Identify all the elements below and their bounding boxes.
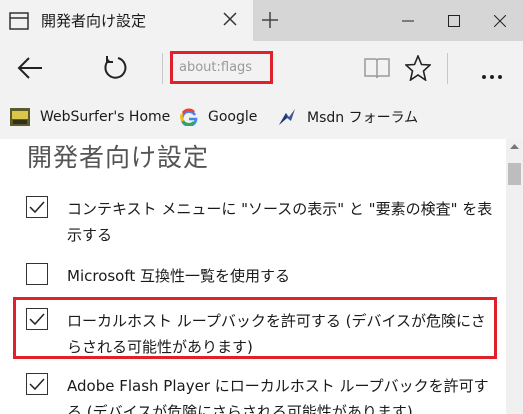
tab-page-icon [9,12,29,34]
title-bar: 開発者向け設定 [0,0,523,41]
favorite-item-msdn[interactable]: Msdn フォーラム [277,106,418,128]
scroll-thumb[interactable] [508,163,521,185]
option-label: Microsoft 互換性一覧を使用する [67,267,291,285]
favorite-item-google[interactable]: Google [180,106,257,128]
browser-tab[interactable]: 開発者向け設定 [0,0,253,41]
favorite-label: Msdn フォーラム [307,110,419,126]
nav-separator [447,53,448,84]
page-content: 開発者向け設定 コンテキスト メニューに "ソースの表示" と "要素の検査" … [0,139,523,414]
address-bar[interactable]: about:flags [170,51,273,84]
maximize-button[interactable] [431,0,477,41]
option-label: コンテキスト メニューに "ソースの表示" と "要素の検査" を表示する [67,200,493,244]
favorite-label: WebSurfer's Home [40,109,171,125]
scroll-up-icon[interactable] [506,140,523,154]
checkbox[interactable] [26,196,48,218]
close-tab-icon[interactable] [222,11,238,31]
option-label: Adobe Flash Player にローカルホスト ループバックを許可する … [67,377,489,414]
back-arrow-icon[interactable] [16,54,44,86]
checkbox[interactable] [26,373,48,395]
address-url: about:flags [179,60,253,75]
reading-view-icon[interactable] [364,57,390,83]
minimize-button[interactable] [385,0,431,41]
checkbox[interactable] [26,308,48,330]
websurfer-icon [10,108,30,126]
favorite-star-icon[interactable] [404,53,432,85]
more-actions-icon[interactable] [481,65,503,84]
page-title: 開発者向け設定 [27,143,210,172]
favorite-item-websurfer[interactable]: WebSurfer's Home [10,106,170,128]
msdn-icon [277,107,297,127]
nav-separator [162,53,163,84]
close-window-button[interactable] [477,0,523,41]
google-icon [180,108,198,126]
favorites-bar: WebSurfer's Home Google Msdn フォーラム [0,96,523,139]
check-icon [29,378,45,391]
option-label: ローカルホスト ループバックを許可する (デバイスが危険にさらされる可能性があり… [67,312,486,356]
navigation-bar: about:flags [0,41,523,96]
checkbox[interactable] [26,263,48,285]
refresh-icon[interactable] [102,54,128,86]
new-tab-icon[interactable] [261,11,279,33]
favorite-label: Google [208,109,258,125]
check-icon [29,313,45,326]
check-icon [29,201,45,214]
tab-title: 開発者向け設定 [41,12,147,30]
